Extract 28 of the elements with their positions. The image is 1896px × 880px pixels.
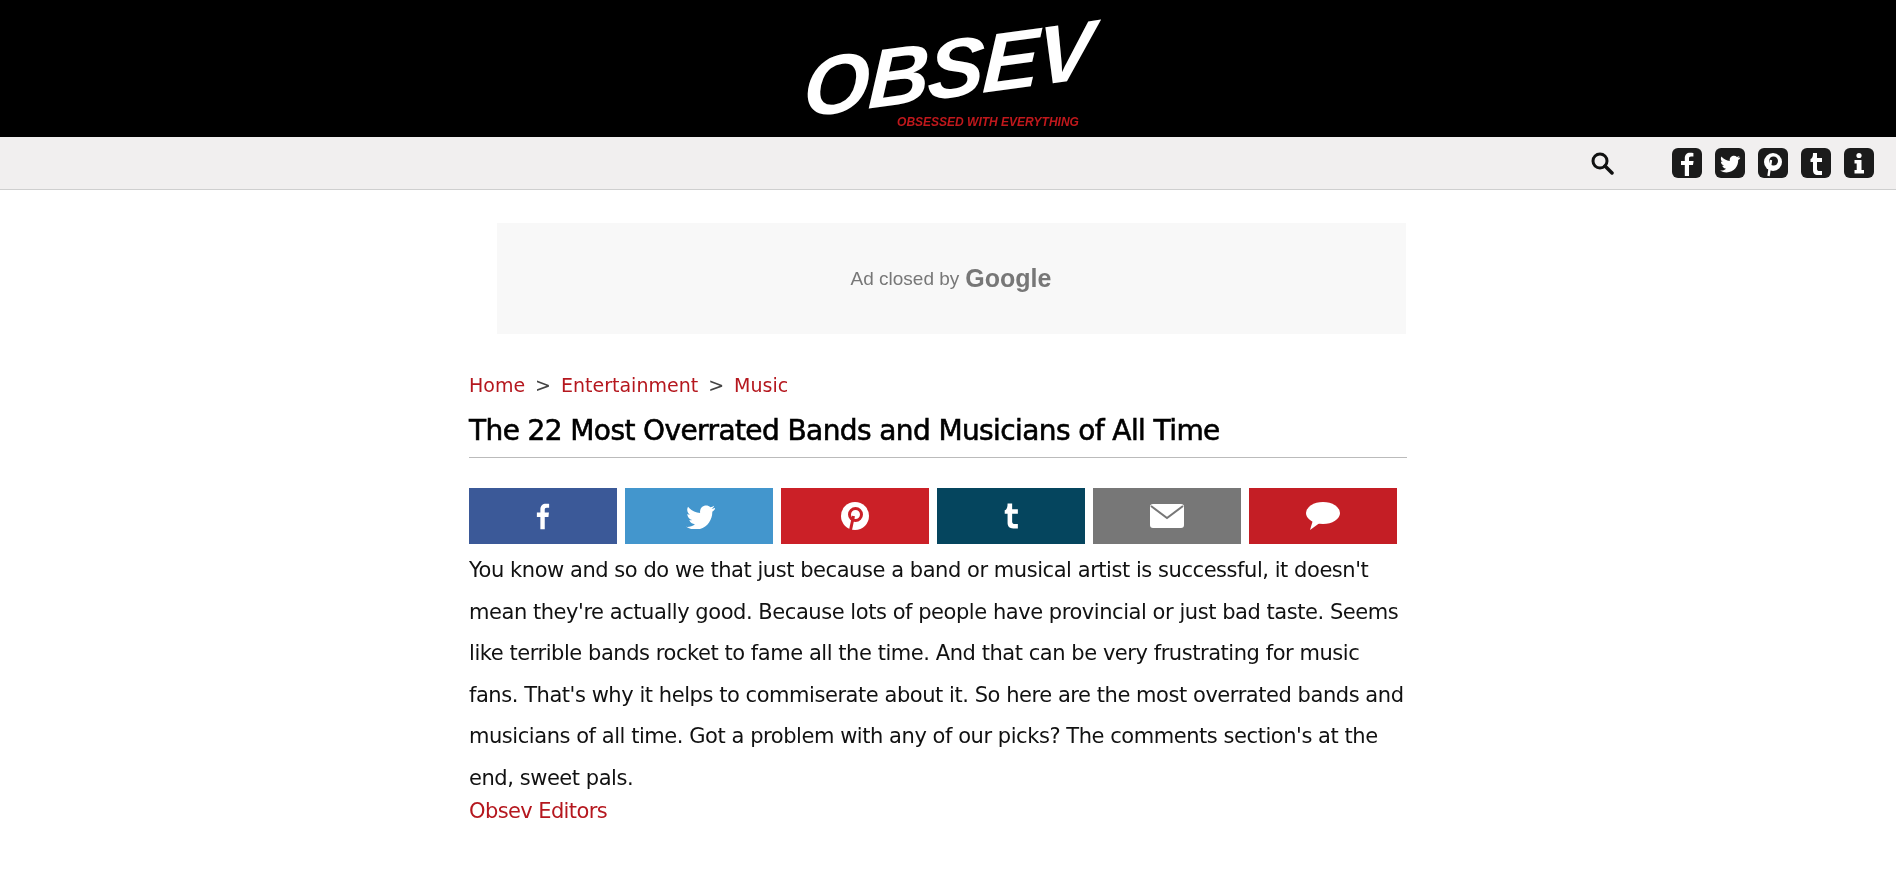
tumblr-icon: [1003, 502, 1019, 530]
share-button[interactable]: [469, 488, 617, 544]
article-title: The 22 Most Overrated Bands and Musicians of All Time: [469, 414, 1407, 458]
site-tagline: OBSESSED WITH EVERYTHING: [897, 115, 1079, 129]
search-icon[interactable]: [1590, 151, 1614, 175]
bird-icon[interactable]: [1715, 148, 1745, 178]
share-button[interactable]: [625, 488, 773, 544]
breadcrumb-link[interactable]: Home: [469, 374, 526, 396]
facebook-icon: [536, 502, 550, 530]
envelope-icon: [1149, 503, 1185, 529]
breadcrumb-separator: >: [708, 374, 725, 396]
share-button[interactable]: [1093, 488, 1241, 544]
article-intro: You know and so do we that just because a band or musical artist is successful, it doesn't mean they're actually good. Because lots of people have provincial or just bad taste. Seems like terrible bands rocket to fame all the time. And that can be very frustrating for music fans. That's why it helps to commiserate about it. So here are the most overrated bands and musicians of all time. Got a problem with any of our picks? The comments section's at the end, sweet pals.: [469, 557, 1405, 792]
ad-brand-text: Google: [965, 264, 1052, 293]
speech-bubble-icon: [1305, 501, 1341, 531]
share-button[interactable]: [781, 488, 929, 544]
facebook-icon[interactable]: [1672, 148, 1702, 178]
breadcrumb-link[interactable]: Entertainment: [561, 374, 699, 396]
ad-closed-text: Ad closed by: [850, 267, 960, 290]
author-link[interactable]: Obsev Editors: [469, 799, 608, 823]
info-icon[interactable]: [1844, 148, 1874, 178]
pinterest-icon[interactable]: [1758, 148, 1788, 178]
share-button[interactable]: [1249, 488, 1397, 544]
tumblr-icon[interactable]: [1801, 148, 1831, 178]
pinterest-icon: [840, 501, 870, 531]
breadcrumb-separator: >: [535, 374, 552, 396]
share-button[interactable]: [937, 488, 1085, 544]
breadcrumb-link[interactable]: Music: [734, 374, 789, 396]
